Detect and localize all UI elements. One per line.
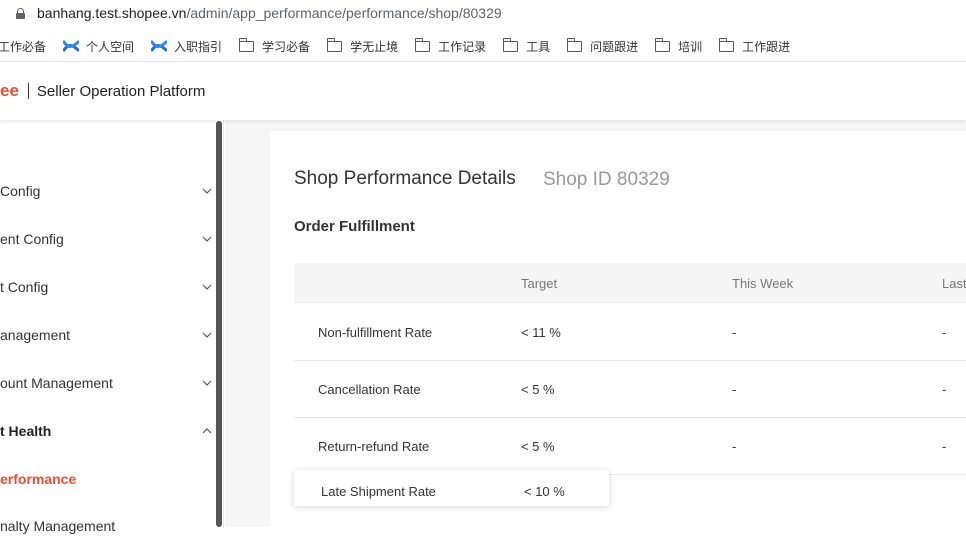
platform-title: Seller Operation Platform: [36, 82, 206, 100]
sidebar-item-performance[interactable]: erformance: [0, 455, 216, 503]
sidebar: Config ent Config t Config anagement oun…: [0, 120, 224, 534]
chevron-down-icon: [202, 236, 212, 242]
metric-name: Return-refund Rate: [318, 439, 430, 454]
this-week-value: -: [732, 439, 737, 454]
chevron-down-icon: [202, 332, 212, 338]
table-row: Cancellation Rate < 5 % - -: [294, 361, 966, 418]
page-title: Shop Performance Details: [294, 168, 516, 189]
url-host: banhang.test.shopee.vn: [37, 5, 187, 21]
lock-icon: [16, 7, 25, 19]
shop-id: Shop ID 80329: [543, 169, 670, 190]
bookmark-item[interactable]: 工作记录: [414, 37, 487, 55]
bookmark-label: 工作跟进: [742, 39, 791, 54]
bookmark-label: 工作记录: [438, 39, 487, 54]
last-value: -: [942, 325, 947, 340]
folder-icon: [326, 37, 343, 52]
sidebar-item-label: anagement: [0, 327, 71, 343]
column-header-last: Last: [942, 276, 966, 291]
bookmark-item[interactable]: 学习必备: [238, 37, 311, 55]
folder-icon: [654, 37, 671, 52]
this-week-value: -: [732, 382, 737, 397]
column-header-this-week: This Week: [732, 276, 794, 291]
brand-separator: [27, 83, 29, 99]
this-week-value: -: [732, 325, 737, 340]
column-header-target: Target: [521, 276, 558, 291]
chevron-up-icon: [202, 428, 212, 434]
section-title: Order Fulfillment: [294, 218, 415, 235]
table-row: Non-fulfillment Rate < 11 % - -: [294, 304, 966, 361]
bookmark-label: 学习必备: [262, 39, 311, 54]
folder-icon: [718, 37, 735, 52]
metric-name: Late Shipment Rate: [321, 484, 436, 499]
address-bar[interactable]: banhang.test.shopee.vn/admin/app_perform…: [0, 0, 966, 26]
metric-name: Non-fulfillment Rate: [318, 325, 433, 340]
bookmark-label: 学无止境: [350, 39, 399, 54]
sidebar-item-label: t Config: [0, 279, 49, 295]
bookmark-label: 培训: [678, 39, 703, 54]
app-header: ee Seller Operation Platform: [0, 62, 966, 120]
brand-logo[interactable]: ee: [0, 81, 19, 101]
sidebar-item-t-config[interactable]: t Config: [0, 263, 216, 311]
bookmark-item[interactable]: 工作必备: [0, 38, 46, 55]
confluence-icon: [63, 40, 80, 52]
target-value: < 5 %: [521, 439, 555, 454]
folder-icon: [566, 37, 583, 52]
sidebar-item-health[interactable]: t Health: [0, 407, 216, 455]
sidebar-item-label: nalty Management: [0, 518, 116, 534]
target-value: < 11 %: [521, 325, 561, 340]
sidebar-scrollbar[interactable]: [216, 121, 222, 527]
sidebar-item-label: ount Management: [0, 375, 113, 391]
bookmark-label: 个人空间: [86, 39, 135, 54]
table-row: Return-refund Rate < 5 % - -: [294, 418, 966, 475]
bookmarks-bar: 工作必备 个人空间 入职指引 学习必备 学无止境 工作记录 工具 问题跟进 培训: [0, 33, 966, 59]
last-value: -: [942, 439, 947, 454]
sidebar-item-label: Config: [0, 183, 41, 199]
bookmark-label: 问题跟进: [590, 39, 639, 54]
target-value: < 5 %: [521, 382, 555, 397]
bookmark-item[interactable]: 培训: [654, 37, 703, 55]
bookmark-item[interactable]: 入职指引: [151, 38, 222, 55]
bookmark-item[interactable]: 工具: [502, 37, 551, 55]
sidebar-item-penalty-management[interactable]: nalty Management: [0, 502, 216, 550]
metric-name: Cancellation Rate: [318, 382, 421, 397]
sidebar-item-management[interactable]: anagement: [0, 311, 216, 359]
sidebar-item-label: ent Config: [0, 231, 64, 247]
chevron-down-icon: [202, 380, 212, 386]
bookmark-label: 工作必备: [0, 39, 47, 54]
bookmark-item[interactable]: 问题跟进: [566, 37, 639, 55]
sidebar-item-ent-config[interactable]: ent Config: [0, 215, 216, 263]
confluence-icon: [151, 40, 168, 52]
bookmark-item[interactable]: 个人空间: [63, 38, 134, 55]
bookmark-label: 工具: [526, 39, 551, 54]
bookmark-label: 入职指引: [174, 39, 223, 54]
chevron-down-icon: [202, 188, 212, 194]
target-value: < 10 %: [524, 484, 565, 499]
url-path: /admin/app_performance/performance/shop/…: [186, 5, 502, 21]
bookmark-item[interactable]: 学无止境: [326, 37, 399, 55]
dragged-table-row[interactable]: Late Shipment Rate < 10 %: [294, 470, 609, 506]
sidebar-item-label: erformance: [0, 471, 77, 487]
bookmark-item[interactable]: 工作跟进: [718, 37, 791, 55]
table-header: Target This Week Last: [294, 263, 966, 303]
folder-icon: [238, 37, 255, 52]
folder-icon: [414, 37, 431, 52]
chevron-down-icon: [202, 284, 212, 290]
sidebar-item-config[interactable]: Config: [0, 167, 216, 215]
sidebar-item-account-management[interactable]: ount Management: [0, 359, 216, 407]
last-value: -: [942, 382, 947, 397]
sidebar-item-label: t Health: [0, 423, 52, 439]
folder-icon: [502, 37, 519, 52]
